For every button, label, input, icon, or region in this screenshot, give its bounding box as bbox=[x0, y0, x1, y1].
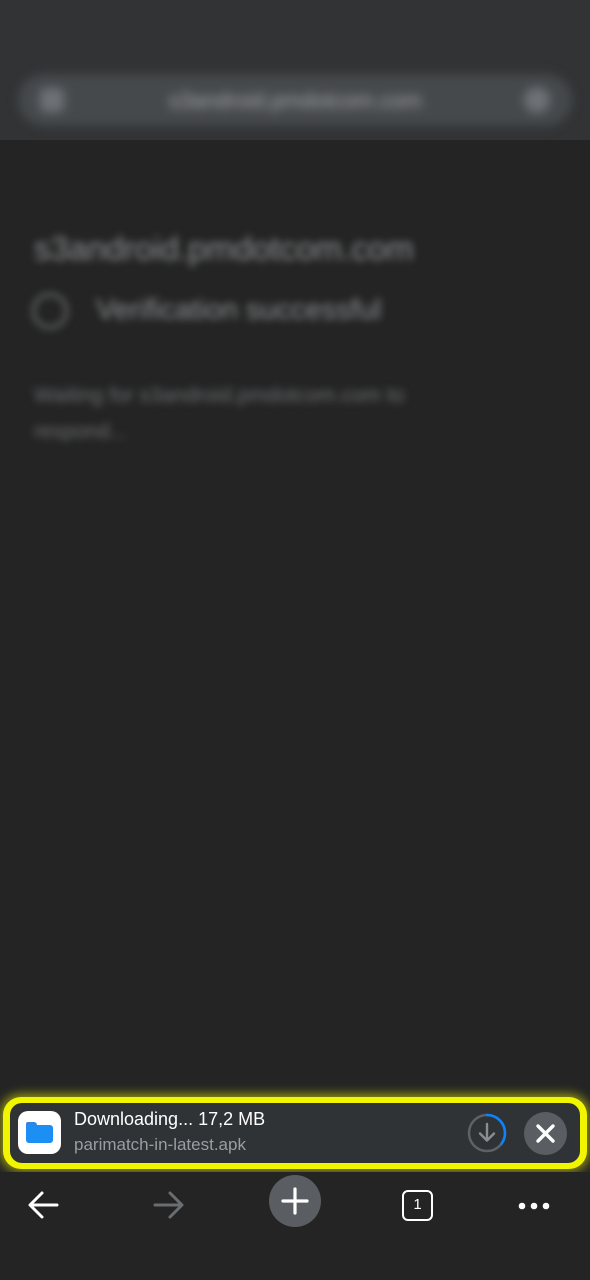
folder-icon bbox=[26, 1122, 53, 1143]
checkmark-circle-icon bbox=[32, 293, 68, 329]
page-content: s3android.pmdotcom.com Verification succ… bbox=[0, 140, 590, 1090]
download-bar[interactable]: Downloading... 17,2 MB parimatch-in-late… bbox=[10, 1103, 580, 1163]
more-icon[interactable] bbox=[507, 1178, 561, 1232]
forward-arrow-icon[interactable] bbox=[143, 1178, 197, 1232]
close-icon[interactable] bbox=[524, 1112, 567, 1155]
address-url[interactable]: s3android.pmdotcom.com bbox=[18, 88, 572, 114]
waiting-message: Waiting for s3android.pmdotcom.com to re… bbox=[34, 384, 405, 443]
reload-icon[interactable] bbox=[524, 87, 550, 113]
download-progress-icon[interactable] bbox=[466, 1112, 508, 1154]
verification-status: Verification successful bbox=[96, 294, 382, 326]
new-tab-plus-icon[interactable] bbox=[269, 1175, 321, 1227]
back-arrow-icon[interactable] bbox=[17, 1178, 71, 1232]
tab-switcher-button[interactable]: 1 bbox=[392, 1178, 446, 1232]
tab-count: 1 bbox=[402, 1190, 433, 1221]
download-filename: parimatch-in-latest.apk bbox=[74, 1135, 246, 1154]
browser-screen: s3android.pmdotcom.com s3android.pmdotco… bbox=[0, 0, 590, 1280]
top-chrome: s3android.pmdotcom.com bbox=[0, 0, 590, 140]
bottom-toolbar: 1 bbox=[0, 1172, 590, 1280]
address-bar[interactable]: s3android.pmdotcom.com bbox=[18, 74, 572, 126]
files-app-icon bbox=[18, 1111, 61, 1154]
site-host-heading: s3android.pmdotcom.com bbox=[34, 230, 414, 267]
download-status: Downloading... 17,2 MB bbox=[74, 1109, 266, 1129]
